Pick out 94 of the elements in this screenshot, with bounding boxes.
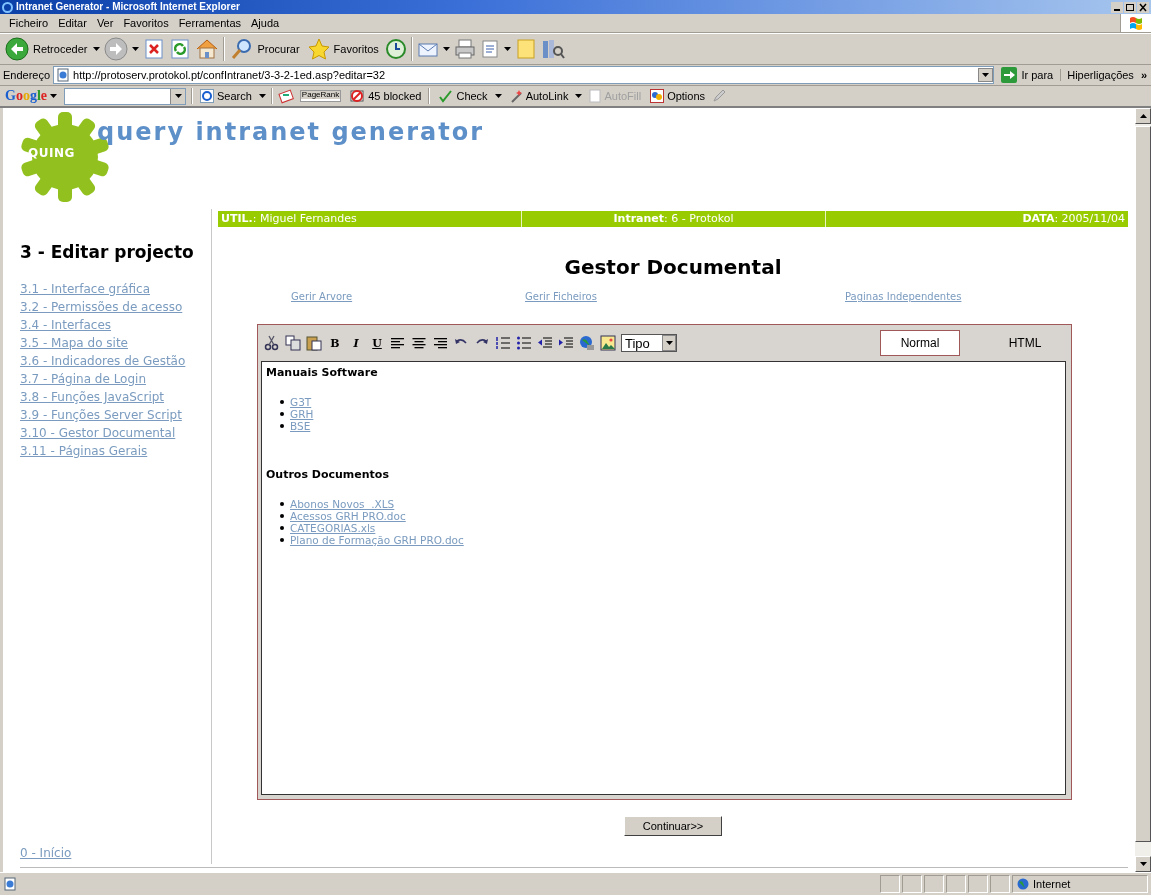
close-icon[interactable]	[1137, 1, 1149, 13]
info-text: Intranet: 6 - Protokol	[521, 211, 825, 227]
popup-blocker-button[interactable]: 45 blocked	[347, 88, 424, 104]
google-menu-button[interactable]: Google	[3, 88, 59, 104]
more-chevron[interactable]: »	[1136, 69, 1151, 81]
back-button[interactable]: Retroceder	[3, 35, 90, 63]
align-center-icon[interactable]	[411, 335, 427, 351]
spell-check-icon	[437, 89, 454, 103]
search-button[interactable]: Procurar	[229, 36, 302, 62]
highlighter-icon[interactable]	[277, 88, 294, 104]
menu-item[interactable]: Ajuda	[246, 17, 285, 29]
bold-button[interactable]: B	[327, 336, 343, 350]
bullet-list-icon[interactable]	[516, 335, 532, 351]
down-arrow-icon[interactable]	[1139, 862, 1147, 866]
maximize-icon[interactable]	[1124, 1, 1136, 13]
g-search-icon	[200, 89, 214, 103]
address-label: Endereço	[3, 69, 51, 81]
align-left-icon[interactable]	[390, 335, 406, 351]
align-right-icon[interactable]	[432, 335, 448, 351]
caret-icon[interactable]	[575, 94, 583, 98]
caret-icon[interactable]	[93, 47, 101, 51]
refresh-icon[interactable]	[169, 38, 192, 60]
menu-item[interactable]: Ver	[91, 17, 119, 29]
menu-item[interactable]: Ferramentas	[173, 17, 246, 29]
image-icon[interactable]	[600, 335, 616, 351]
page-title: Gestor Documental	[563, 255, 783, 279]
caret-icon	[982, 73, 990, 77]
address-field[interactable]: http://protoserv.protokol.pt/confIntranet/3-3-2-1ed.asp?editar=32	[53, 66, 995, 84]
pagerank-button[interactable]: PageRank	[298, 91, 343, 101]
books-icon[interactable]	[540, 38, 565, 60]
scissors-icon[interactable]	[264, 335, 280, 351]
window-title: Intranet Generator - Microsoft Internet Explorer	[16, 1, 240, 13]
caret-icon[interactable]	[258, 94, 266, 98]
page-icon	[56, 68, 71, 82]
globe-icon[interactable]	[579, 335, 595, 351]
form-icon	[589, 89, 602, 103]
search-button[interactable]: Search	[198, 89, 254, 103]
status-panel	[880, 875, 900, 893]
menu-item[interactable]: Ficheiro	[4, 17, 54, 29]
document-heading: Manuais Software	[266, 366, 379, 379]
status-panel	[946, 875, 966, 893]
up-arrow-icon[interactable]	[1139, 114, 1147, 118]
mode-tab[interactable]: HTML	[985, 330, 1065, 356]
caret-icon[interactable]	[503, 47, 511, 51]
favorites-button[interactable]: Favoritos	[305, 36, 381, 62]
underline-button[interactable]: U	[369, 336, 385, 350]
star-icon	[307, 38, 330, 60]
zone-label: Internet	[1033, 878, 1071, 890]
status-panel	[902, 875, 922, 893]
options-button[interactable]: Options	[648, 89, 708, 103]
info-text: UTIL.: Miguel Fernandes	[220, 211, 358, 227]
menu-item[interactable]: Editar	[53, 17, 92, 29]
globe-icon	[1017, 878, 1029, 890]
outdent-icon[interactable]	[537, 335, 553, 351]
info-text: DATA: 2005/11/04	[824, 211, 1128, 227]
go-button[interactable]: Ir para	[997, 66, 1058, 84]
logo-badge-text: QUING	[28, 146, 75, 160]
caret-icon[interactable]	[442, 47, 450, 51]
blocked-icon	[349, 88, 366, 104]
history-icon[interactable]	[384, 38, 407, 60]
autolink-button[interactable]: AutoLink	[506, 89, 571, 103]
status-panel	[990, 875, 1010, 893]
spell-check-button[interactable]: Check	[435, 89, 490, 103]
flag-logo-icon	[1129, 16, 1143, 30]
continue-button[interactable]: Continuar>>	[623, 816, 723, 836]
indent-icon[interactable]	[558, 335, 574, 351]
caret-icon[interactable]	[494, 94, 502, 98]
caret-icon[interactable]	[132, 47, 140, 51]
copy-icon[interactable]	[285, 335, 301, 351]
format-select[interactable]: Tipo	[621, 334, 677, 352]
google-search-field[interactable]	[64, 87, 186, 105]
dropdown-button[interactable]	[978, 68, 994, 82]
numbered-list-icon[interactable]	[495, 335, 511, 351]
page-status-icon	[3, 877, 17, 891]
minimize-icon[interactable]	[1111, 1, 1123, 13]
dropdown-button[interactable]	[170, 88, 185, 104]
options-icon	[650, 89, 665, 103]
caret-icon	[174, 94, 182, 98]
ie-logo-icon	[2, 1, 13, 13]
home-icon[interactable]	[195, 38, 220, 60]
links-label[interactable]: Hiperligações	[1060, 69, 1134, 81]
document-heading: Outros Documentos	[266, 468, 390, 481]
search-icon	[231, 38, 254, 60]
stop-icon[interactable]	[143, 38, 166, 60]
menu-item[interactable]: Favoritos	[118, 17, 174, 29]
paste-icon[interactable]	[306, 335, 322, 351]
status-panel	[968, 875, 988, 893]
section-heading: 3 - Editar projecto	[20, 242, 195, 262]
italic-button[interactable]: I	[348, 336, 364, 350]
status-panel	[924, 875, 944, 893]
mode-tab[interactable]: Normal	[880, 330, 960, 356]
logo-title: query intranet generator	[97, 118, 485, 146]
caret-icon	[665, 341, 673, 345]
caret-icon	[50, 94, 57, 98]
